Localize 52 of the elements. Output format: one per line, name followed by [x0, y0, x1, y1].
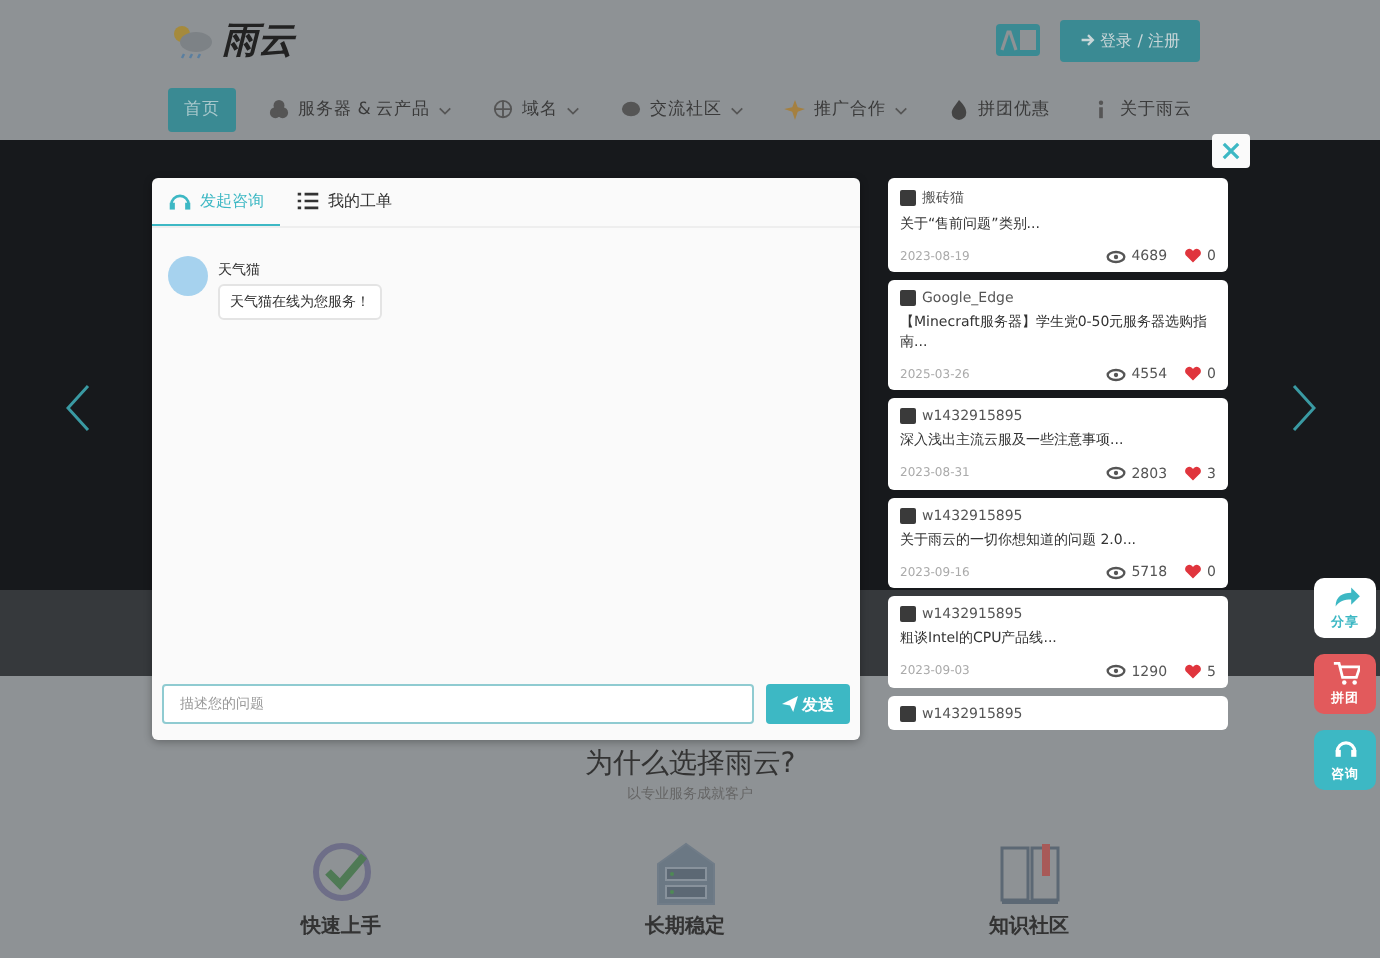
share-arrow-icon: [1331, 584, 1359, 610]
feature-title: 快速上手: [301, 913, 381, 940]
feature-title: 知识社区: [989, 913, 1069, 940]
close-button[interactable]: [1212, 134, 1250, 168]
list-icon: [296, 190, 320, 212]
translate-icon: [996, 24, 1041, 56]
eye-icon: [1105, 367, 1126, 382]
chevron-right-icon: [1292, 384, 1316, 432]
chat-tab[interactable]: 我的工单: [280, 178, 408, 226]
cubes-icon: [268, 100, 290, 120]
sparkle-icon: [784, 100, 807, 120]
feature-title: 长期稳定: [645, 912, 725, 940]
nav-item[interactable]: 交流社区: [612, 88, 753, 132]
user-avatar: [900, 408, 916, 425]
send-button[interactable]: 发送: [766, 684, 850, 724]
chat-bubble-icon: [620, 100, 643, 120]
login-icon: [1080, 32, 1097, 48]
eye-icon: [1105, 466, 1126, 481]
heart-icon: [1183, 465, 1202, 482]
eye-icon: [1105, 249, 1126, 264]
headset-icon: [168, 190, 192, 212]
nav-item[interactable]: 首页: [168, 88, 236, 132]
chevron-left-icon: [66, 384, 90, 432]
globe-icon: [492, 100, 515, 120]
nav-item[interactable]: 服务器 & 云产品: [260, 88, 461, 132]
avatar: [168, 256, 208, 296]
eye-icon: [1105, 664, 1126, 679]
user-avatar: [900, 705, 916, 722]
user-avatar: [900, 606, 916, 623]
user-avatar: [900, 507, 916, 524]
headset-icon: [1331, 736, 1359, 762]
close-icon: [1222, 142, 1240, 160]
nav-item[interactable]: 关于雨云: [1082, 88, 1201, 132]
heart-icon: [1183, 663, 1202, 680]
heart-icon: [1183, 564, 1202, 581]
login-button[interactable]: 登录 / 注册: [1060, 19, 1200, 61]
server-icon: [653, 840, 717, 908]
user-avatar: [900, 290, 916, 307]
book-icon: [997, 840, 1061, 908]
chat-tab[interactable]: 发起咨询: [152, 178, 280, 226]
cart-icon: [1331, 660, 1359, 686]
eye-icon: [1105, 565, 1126, 580]
section-title: 为什么选择雨云?: [584, 746, 796, 782]
heart-icon: [1183, 366, 1202, 383]
nav-item[interactable]: 推广合作: [776, 88, 917, 132]
paper-plane-icon: [782, 696, 798, 712]
heart-icon: [1183, 248, 1202, 265]
cloud-sun-icon: [168, 20, 216, 60]
logo-text: 雨云: [222, 18, 294, 64]
nav-item[interactable]: 拼团优惠: [940, 88, 1059, 132]
nav-item[interactable]: 域名: [484, 88, 589, 132]
user-avatar: [900, 190, 916, 206]
